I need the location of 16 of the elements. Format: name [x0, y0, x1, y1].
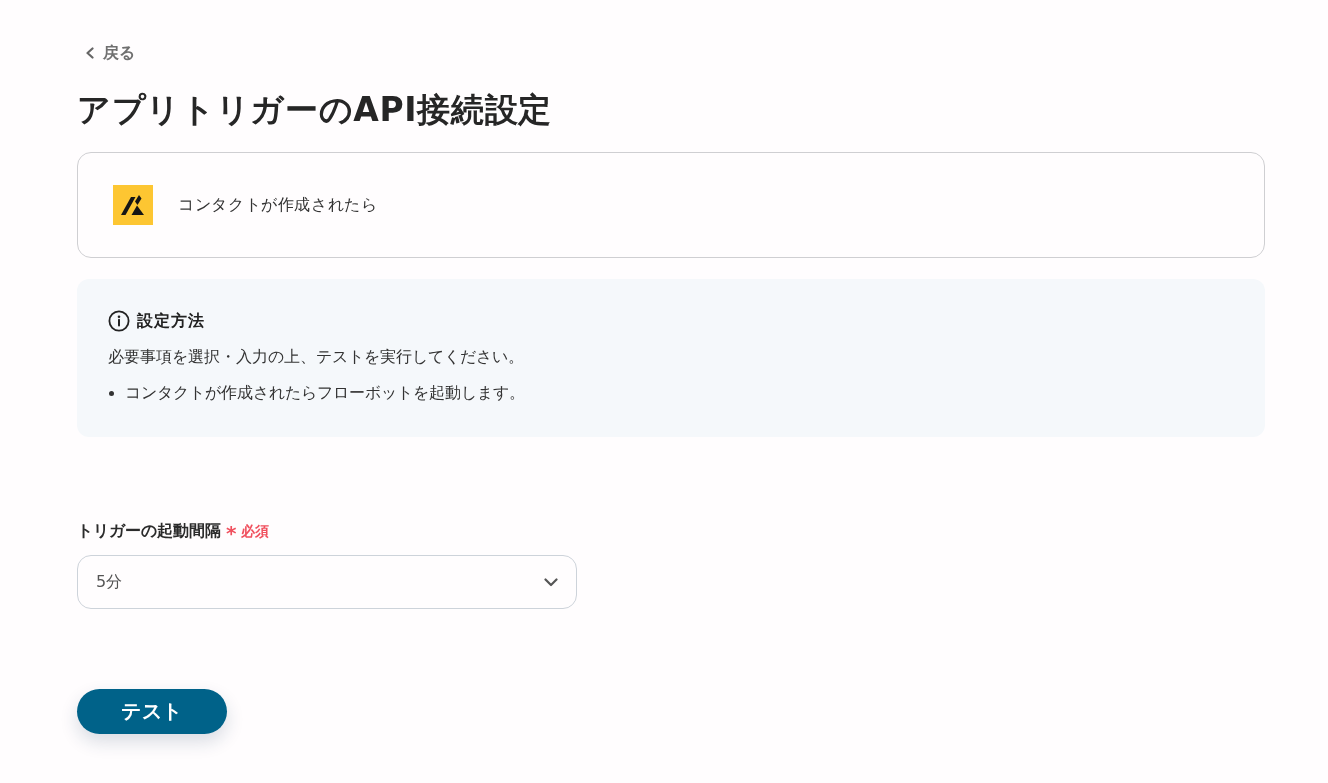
bullet-text: コンタクトが作成されたらフローボットを起動します。 — [125, 382, 525, 404]
chevron-down-icon — [544, 577, 558, 587]
chevron-left-icon — [85, 47, 95, 59]
page-title: アプリトリガーのAPI接続設定 — [77, 89, 552, 131]
info-heading: 設定方法 — [137, 310, 205, 332]
required-asterisk: * — [226, 520, 237, 545]
interval-select[interactable]: 5分 — [77, 555, 577, 609]
field-label: トリガーの起動間隔 — [77, 520, 221, 542]
info-text: 必要事項を選択・入力の上、テストを実行してください。 — [108, 346, 524, 368]
test-button[interactable]: テスト — [77, 689, 227, 734]
info-icon — [108, 310, 130, 332]
required-label: 必須 — [241, 522, 270, 541]
trigger-name: コンタクトが作成されたら — [178, 194, 378, 216]
logo-icon — [113, 185, 153, 225]
back-link[interactable]: 戻る — [77, 41, 135, 65]
bullet-icon — [109, 390, 114, 396]
